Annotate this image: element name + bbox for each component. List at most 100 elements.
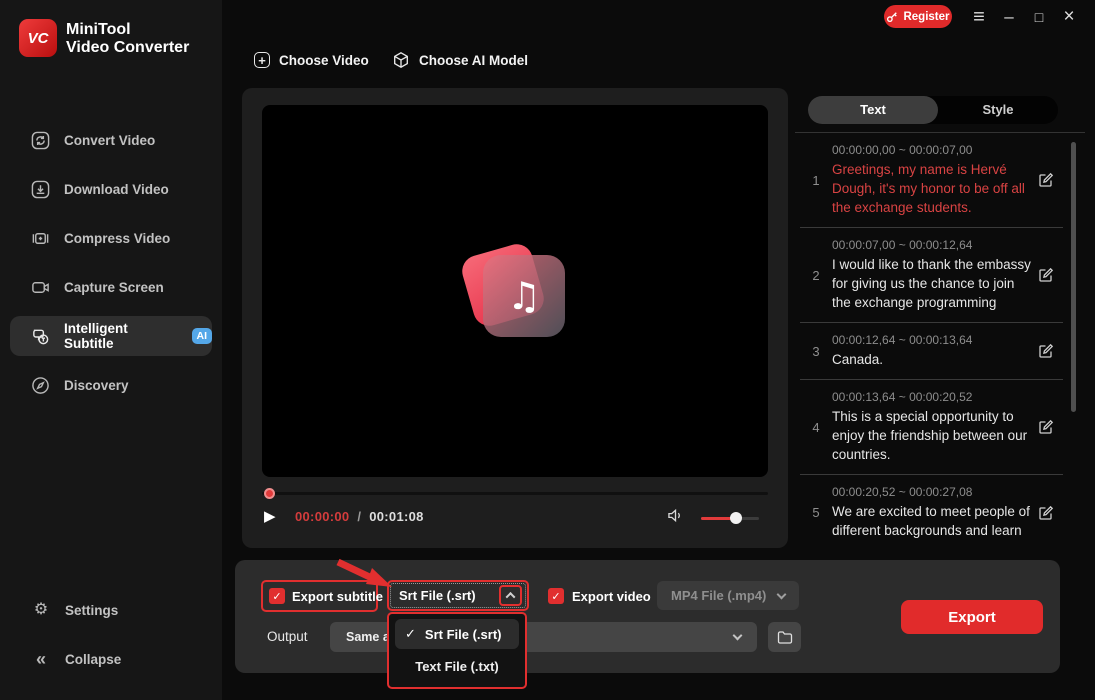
subtitle-body: 00:00:00,00 ~ 00:00:07,00 Greetings, my … (832, 143, 1031, 217)
export-panel: ✓ Export subtitle Srt File (.srt) ✓ Expo… (235, 558, 1060, 689)
sidebar-item-download-video[interactable]: Download Video (10, 169, 212, 209)
subtitle-timestamp: 00:00:00,00 ~ 00:00:07,00 (832, 143, 973, 157)
subtitle-tabbar: Text Style (808, 96, 1058, 124)
plus-icon: + (254, 52, 270, 68)
chevron-down-icon (732, 630, 743, 641)
export-button[interactable]: Export (901, 600, 1043, 634)
export-video-label: Export video (572, 588, 651, 604)
sidebar-item-label: Download Video (64, 181, 169, 197)
check-icon: ✓ (551, 590, 561, 603)
maximize-glyph: □ (1034, 9, 1044, 25)
current-time: 00:00:00 (295, 509, 350, 524)
menu-option-srt[interactable]: ✓ Srt File (.srt) (395, 619, 519, 649)
play-icon: ▶ (264, 508, 276, 525)
play-button[interactable]: ▶ (264, 507, 276, 525)
sidebar-item-label: Capture Screen (64, 279, 164, 295)
subtitle-row-5[interactable]: 5 00:00:20,52 ~ 00:00:27,08 We are excit… (800, 475, 1063, 550)
tab-style[interactable]: Style (938, 96, 1058, 124)
compress-icon (32, 232, 49, 244)
edit-icon (1039, 505, 1054, 520)
edit-subtitle-button[interactable] (1031, 267, 1061, 283)
export-subtitle-label: Export subtitle (292, 588, 384, 604)
subtitle-text: Canada. (832, 352, 884, 367)
subtitle-row-4[interactable]: 4 00:00:13,64 ~ 00:00:20,52 This is a sp… (800, 380, 1063, 475)
subtitle-body: 00:00:13,64 ~ 00:00:20,52 This is a spec… (832, 390, 1031, 464)
discovery-icon (32, 376, 49, 394)
logo-text: VC (27, 29, 49, 47)
menu-glyph: ≡ (973, 5, 985, 28)
subtitle-icon (33, 329, 49, 344)
subtitle-row-3[interactable]: 3 00:00:12,64 ~ 00:00:13,64 Canada. (800, 323, 1063, 380)
subtitle-format-dropdown[interactable]: Srt File (.srt) (390, 583, 526, 608)
subtitle-body: 00:00:07,00 ~ 00:00:12,64 I would like t… (832, 238, 1031, 312)
subtitle-text: I would like to thank the embassy for gi… (832, 257, 1031, 310)
video-format-value: MP4 File (.mp4) (671, 588, 767, 603)
scrollbar-thumb[interactable] (1071, 142, 1076, 412)
close-button[interactable]: × (1056, 4, 1082, 30)
sidebar-item-label: Intelligent Subtitle (64, 321, 128, 351)
edit-subtitle-button[interactable] (1031, 419, 1061, 435)
subtitle-text: We are excited to meet people of differe… (832, 504, 1030, 538)
subtitle-body: 00:00:20,52 ~ 00:00:27,08 We are excited… (832, 485, 1031, 540)
edit-subtitle-button[interactable] (1031, 343, 1061, 359)
subtitle-format-menu: ✓ Srt File (.srt) Text File (.txt) (387, 612, 527, 689)
export-subtitle-checkbox[interactable]: ✓ (269, 588, 285, 604)
subtitle-panel: Text Style 1 00:00:00,00 ~ 00:00:07,00 G… (795, 88, 1085, 560)
open-folder-button[interactable] (768, 622, 801, 652)
register-label: Register (903, 10, 950, 23)
gear-icon: ⚙ (33, 601, 49, 618)
sidebar-item-compress-video[interactable]: Compress Video (10, 218, 212, 258)
app-logo: VC (19, 19, 57, 57)
time-separator: / (357, 509, 362, 524)
sidebar-item-intelligent-subtitle[interactable]: Intelligent Subtitle AI (10, 316, 212, 356)
volume-handle[interactable] (730, 512, 742, 524)
tab-text[interactable]: Text (808, 96, 938, 124)
cube-icon (394, 52, 408, 68)
minimize-button[interactable]: – (996, 4, 1022, 30)
video-preview: ♫ (262, 105, 768, 477)
brand-line1: MiniTool (66, 21, 131, 38)
choose-ai-model-button[interactable]: Choose AI Model (392, 46, 528, 74)
check-icon: ✓ (272, 590, 282, 603)
seek-bar[interactable] (262, 488, 768, 499)
menu-option-label: Text File (.txt) (415, 658, 499, 674)
subtitle-timestamp: 00:00:13,64 ~ 00:00:20,52 (832, 390, 973, 404)
sidebar-item-settings[interactable]: ⚙ Settings (10, 592, 212, 628)
menu-icon[interactable]: ≡ (966, 4, 992, 30)
volume-icon[interactable] (667, 508, 684, 528)
sidebar-item-capture-screen[interactable]: Capture Screen (10, 267, 212, 307)
subtitle-text: Greetings, my name is Hervé Dough, it's … (832, 162, 1025, 215)
subtitle-timestamp: 00:00:12,64 ~ 00:00:13,64 (832, 333, 973, 347)
maximize-button[interactable]: □ (1026, 4, 1052, 30)
register-button[interactable]: Register (884, 5, 952, 28)
subtitle-timestamp: 00:00:20,52 ~ 00:00:27,08 (832, 485, 973, 499)
output-label: Output (267, 629, 308, 644)
choose-video-button[interactable]: + Choose Video (254, 46, 369, 74)
edit-subtitle-button[interactable] (1031, 172, 1061, 188)
sidebar-item-discovery[interactable]: Discovery (10, 365, 212, 405)
volume-slider[interactable] (701, 512, 759, 524)
export-video-checkbox[interactable]: ✓ (548, 588, 564, 604)
seek-handle[interactable] (264, 488, 275, 499)
settings-label: Settings (65, 602, 119, 618)
ai-badge: AI (191, 328, 212, 344)
sidebar: VC MiniTool Video Converter Convert Vide… (0, 0, 222, 700)
subtitle-row-1[interactable]: 1 00:00:00,00 ~ 00:00:07,00 Greetings, m… (800, 133, 1063, 228)
chevron-down-icon (776, 589, 787, 599)
export-subtitle-annotation: ✓ Export subtitle (261, 580, 383, 612)
sidebar-item-convert-video[interactable]: Convert Video (10, 120, 212, 160)
capture-icon (32, 281, 49, 293)
chevron-annotation (499, 585, 522, 606)
key-icon (887, 11, 898, 22)
subtitle-row-2[interactable]: 2 00:00:07,00 ~ 00:00:12,64 I would like… (800, 228, 1063, 323)
chevron-up-icon (505, 591, 516, 602)
sidebar-item-label: Compress Video (64, 230, 171, 246)
sidebar-item-collapse[interactable]: « Collapse (10, 641, 212, 677)
menu-option-txt[interactable]: Text File (.txt) (395, 651, 519, 681)
convert-icon (31, 131, 50, 149)
edit-icon (1039, 267, 1054, 282)
edit-subtitle-button[interactable] (1031, 505, 1061, 521)
edit-icon (1039, 172, 1054, 187)
video-format-dropdown[interactable]: MP4 File (.mp4) (657, 581, 799, 610)
sidebar-item-label: Convert Video (64, 132, 156, 148)
